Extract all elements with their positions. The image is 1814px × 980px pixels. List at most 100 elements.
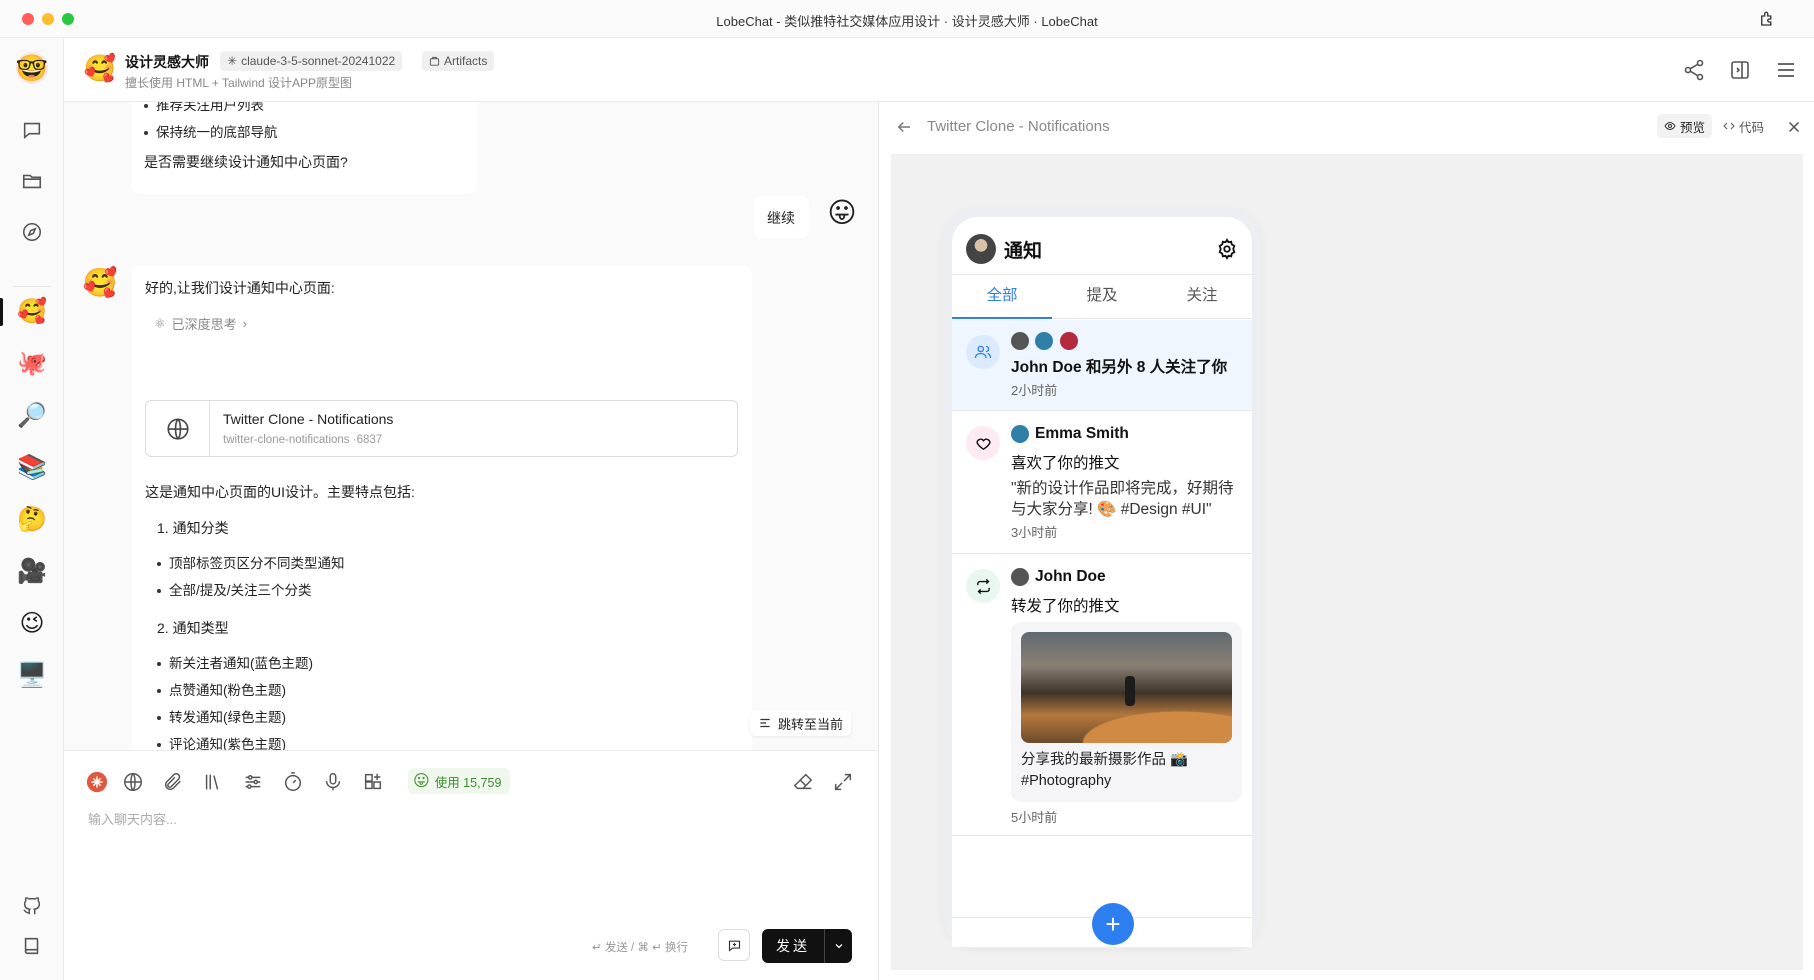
toggle-panel-icon[interactable]	[1728, 58, 1752, 82]
tab-mentions[interactable]: 提及	[1052, 275, 1152, 318]
chat-messages[interactable]: 推荐关注用户列表 保持统一的底部导航 是否需要继续设计通知中心页面? 继续 😛 …	[64, 102, 878, 750]
preview-tab[interactable]: 预览	[1656, 114, 1712, 138]
microphone-icon[interactable]	[322, 771, 344, 793]
code-icon	[1723, 122, 1735, 130]
close-icon[interactable]	[1785, 118, 1803, 136]
notification-follow[interactable]: John Doe 和另外 8 人关注了你 2小时前	[952, 320, 1252, 411]
notification-like[interactable]: Emma Smith 喜欢了你的推文 "新的设计作品即将完成，好期待与大家分享!…	[952, 411, 1252, 554]
code-tab[interactable]: 代码	[1716, 114, 1771, 138]
agent-item-5[interactable]: 🎥	[16, 556, 48, 588]
left-rail: 🤓 🥰 🐙 🔎 📚 🤔 🎥 😉 🖥️	[0, 38, 64, 980]
gear-icon[interactable]	[1216, 238, 1238, 260]
agent-item-2[interactable]: 🔎	[16, 400, 48, 432]
tab-following[interactable]: 关注	[1152, 275, 1252, 318]
send-label: 发送	[776, 938, 810, 954]
agent-item-3[interactable]: 📚	[16, 452, 48, 484]
tab-all[interactable]: 全部	[952, 275, 1052, 319]
like-icon-badge	[966, 426, 1000, 460]
chevron-down-icon	[835, 944, 842, 949]
avatar[interactable]	[966, 234, 996, 264]
agent-item-4[interactable]: 🤔	[16, 504, 48, 536]
files-nav-button[interactable]	[16, 165, 48, 197]
artifacts-tag-label: Artifacts	[444, 54, 488, 68]
view-mode-switch: 预览 代码	[1656, 114, 1771, 140]
artifact-panel-title: Twitter Clone - Notifications	[927, 118, 1110, 135]
send-button[interactable]: 发送	[762, 929, 852, 963]
prev-bullet: 推荐关注用户列表	[132, 102, 278, 119]
web-search-icon[interactable]	[122, 771, 144, 793]
model-tag[interactable]: ✳ claude-3-5-sonnet-20241022	[220, 51, 403, 71]
back-arrow-icon[interactable]	[895, 118, 913, 136]
send-as-message-button[interactable]	[718, 929, 750, 961]
chat-bubble-icon	[23, 122, 41, 139]
phone-frame: 通知 全部 提及 关注 John Doe 和另外 8 人关注了你 2小时前 Em…	[943, 208, 1261, 948]
github-icon	[23, 897, 41, 915]
like-author-name: Emma Smith	[1035, 425, 1129, 443]
chat-input-area: 😛 使用 15,759 输入聊天内容... ↵ 发送 / ⌘ ↵ 换行 发送	[64, 750, 878, 980]
preview-label: 预览	[1679, 120, 1705, 135]
jump-to-current-button[interactable]: 跳转至当前	[750, 710, 852, 736]
chat-nav-button[interactable]	[16, 114, 48, 146]
model-tag-label: claude-3-5-sonnet-20241022	[241, 54, 396, 68]
window-title: LobeChat - 类似推特社交媒体应用设计 · 设计灵感大师 · LobeC…	[716, 14, 1098, 29]
user-message-avatar-icon: 😛	[827, 196, 857, 228]
agent-emoji-icon: 🎥	[17, 558, 47, 585]
expand-icon[interactable]	[832, 771, 854, 793]
title-bar: LobeChat - 类似推特社交媒体应用设计 · 设计灵感大师 · LobeC…	[0, 0, 1814, 38]
plugins-icon[interactable]	[362, 771, 384, 793]
menu-icon[interactable]	[1774, 58, 1798, 82]
agent-item-6[interactable]: 😉	[16, 608, 48, 640]
eraser-icon[interactable]	[792, 771, 814, 793]
agent-emoji-icon: 📚	[17, 454, 47, 481]
page-title: 通知	[1004, 241, 1043, 262]
artifacts-tag[interactable]: Artifacts	[422, 51, 495, 71]
like-author: Emma Smith	[1011, 425, 1129, 443]
notification-tabs: 全部 提及 关注	[952, 275, 1252, 319]
user-avatar[interactable]: 🤓	[16, 52, 48, 84]
agent-avatar-icon[interactable]: 🥰	[84, 52, 116, 84]
knowledge-base-icon[interactable]	[202, 771, 224, 793]
list-item: 转发通知(绿色主题)	[145, 704, 313, 731]
avatar	[1035, 332, 1054, 350]
artifact-preview[interactable]: 通知 全部 提及 关注 John Doe 和另外 8 人关注了你 2小时前 Em…	[891, 154, 1803, 970]
retweeted-post-card[interactable]: 分享我的最新摄影作品 📸 #Photography	[1011, 622, 1242, 802]
artifact-panel-header: Twitter Clone - Notifications 预览 代码	[879, 102, 1814, 152]
chat-input[interactable]: 输入聊天内容...	[88, 809, 177, 828]
user-message: 继续	[754, 196, 809, 238]
settings-sliders-icon[interactable]	[242, 771, 264, 793]
attachment-icon[interactable]	[162, 771, 184, 793]
follow-time: 2小时前	[1011, 383, 1058, 398]
timer-icon[interactable]	[282, 771, 304, 793]
notification-retweet[interactable]: John Doe 转发了你的推文 分享我的最新摄影作品 📸 #Photograp…	[952, 554, 1252, 836]
compass-icon	[22, 222, 42, 242]
prev-question: 是否需要继续设计通知中心页面?	[144, 154, 348, 170]
discover-nav-button[interactable]	[16, 216, 48, 248]
retweet-text: 转发了你的推文	[1011, 598, 1120, 615]
docs-button[interactable]	[16, 930, 48, 962]
rail-divider	[14, 286, 50, 287]
phone-screen[interactable]: 通知 全部 提及 关注 John Doe 和另外 8 人关注了你 2小时前 Em…	[952, 217, 1252, 947]
message-plus-icon	[728, 940, 740, 952]
agent-item-0[interactable]: 🥰	[16, 296, 48, 328]
share-icon[interactable]	[1682, 58, 1706, 82]
chevron-right-icon: ›	[242, 316, 248, 331]
artifact-panel: Twitter Clone - Notifications 预览 代码 通知 全…	[878, 102, 1814, 980]
avatar	[1059, 332, 1078, 350]
agent-item-1[interactable]: 🐙	[16, 348, 48, 380]
avatar	[1011, 568, 1029, 586]
token-usage-badge[interactable]: 😛 使用 15,759	[408, 768, 511, 794]
compose-button[interactable]: +	[1092, 903, 1134, 945]
extension-icon[interactable]	[1758, 10, 1776, 28]
agent-item-7[interactable]: 🖥️	[16, 660, 48, 692]
send-options-button[interactable]	[825, 940, 852, 952]
retweet-caption: 分享我的最新摄影作品 📸 #Photography	[1021, 752, 1189, 789]
artifact-card[interactable]: Twitter Clone - Notifications twitter-cl…	[145, 400, 738, 457]
notifications-header: 通知	[952, 217, 1252, 275]
atom-icon: ⚛	[154, 315, 166, 331]
avatar	[1011, 332, 1029, 350]
model-switch-icon[interactable]	[86, 771, 108, 793]
github-button[interactable]	[16, 890, 48, 922]
book-icon	[24, 937, 39, 955]
deep-thinking-toggle[interactable]: ⚛ 已深度思考 ›	[154, 314, 247, 333]
like-time: 3小时前	[1011, 525, 1058, 540]
